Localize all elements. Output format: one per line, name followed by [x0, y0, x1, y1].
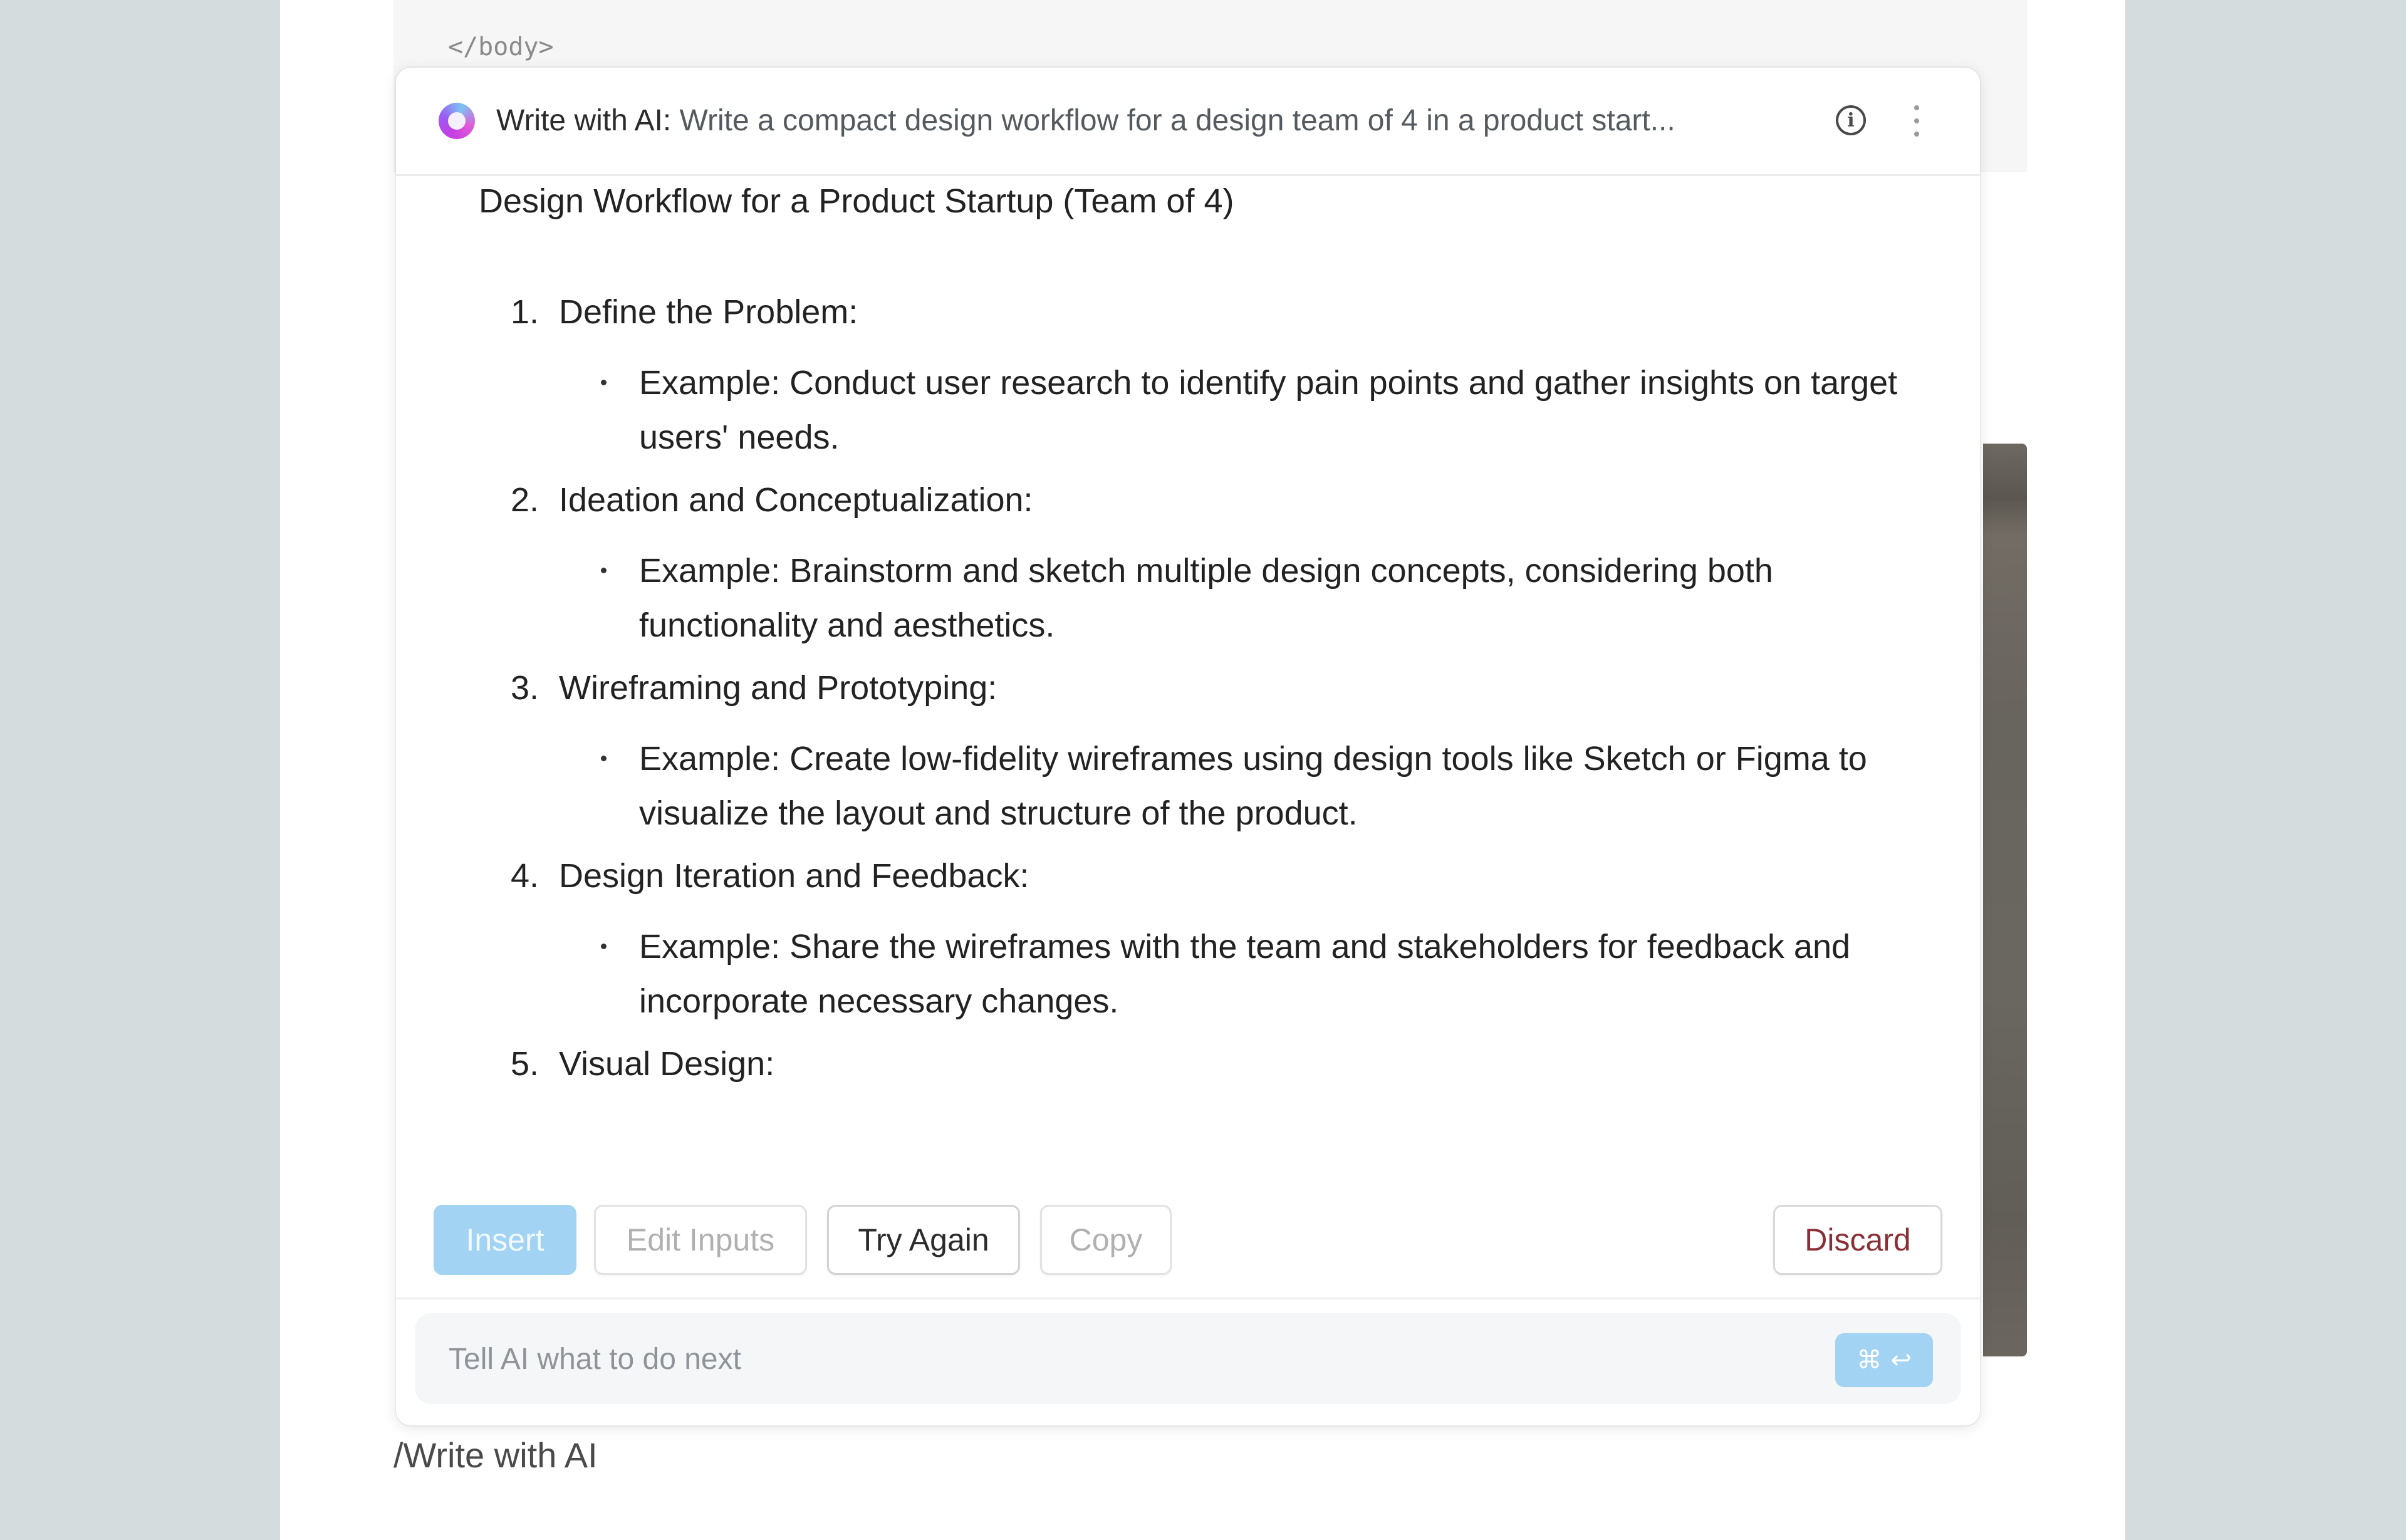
bullet-icon	[601, 944, 607, 949]
step-number: 4.	[510, 857, 539, 895]
step-number: 5.	[510, 1045, 539, 1083]
action-bar: Insert Edit Inputs Try Again Copy Discar…	[434, 1205, 1942, 1280]
command-key-icon: ⌘	[1857, 1346, 1882, 1375]
divider	[396, 1298, 1980, 1299]
popup-title: Write with AI: Write a compact design wo…	[496, 103, 1799, 139]
step-example-text: Example: Create low-fidelity wireframes …	[639, 740, 1867, 832]
bullet-icon	[601, 380, 607, 385]
generated-content: Design Workflow for a Product Startup (T…	[479, 174, 1942, 1239]
step-label: Wireframing and Prototyping:	[559, 669, 997, 707]
embedded-image	[1983, 444, 2027, 1356]
step-example: Example: Share the wireframes with the t…	[479, 920, 1901, 1029]
workflow-steps: 1. Define the Problem: Example: Conduct …	[479, 291, 1901, 1099]
workflow-step: 4. Design Iteration and Feedback: Exampl…	[479, 855, 1901, 1029]
enter-key-icon: ↩	[1890, 1346, 1912, 1375]
follow-up-input[interactable]	[447, 1313, 1640, 1405]
workflow-step: 3. Wireframing and Prototyping: Example:…	[479, 667, 1901, 841]
generated-title: Design Workflow for a Product Startup (T…	[479, 182, 1234, 220]
step-number: 2.	[510, 481, 539, 519]
info-icon[interactable]: i	[1836, 105, 1866, 135]
bullet-icon	[601, 756, 607, 761]
step-label: Visual Design:	[559, 1045, 775, 1083]
ai-logo-icon	[439, 103, 475, 139]
more-dot	[1914, 118, 1919, 123]
popup-header: Write with AI: Write a compact design wo…	[396, 68, 1980, 176]
popup-title-prompt: Write a compact design workflow for a de…	[679, 104, 1675, 137]
slash-command-text: /Write with AI	[393, 1435, 598, 1475]
edit-inputs-button[interactable]: Edit Inputs	[594, 1205, 807, 1275]
workflow-step: 5. Visual Design:	[479, 1043, 1901, 1085]
step-example-text: Example: Conduct user research to identi…	[639, 364, 1898, 456]
step-label: Ideation and Conceptualization:	[559, 481, 1033, 519]
step-example: Example: Conduct user research to identi…	[479, 356, 1901, 465]
workflow-step: 2. Ideation and Conceptualization: Examp…	[479, 479, 1901, 653]
code-line: </body>	[448, 33, 554, 61]
write-with-ai-popup: Write with AI: Write a compact design wo…	[396, 68, 1980, 1425]
bullet-icon	[601, 568, 607, 573]
step-number: 1.	[510, 293, 539, 331]
step-number: 3.	[510, 669, 539, 707]
popup-title-label: Write with AI:	[496, 104, 672, 137]
try-again-button[interactable]: Try Again	[827, 1205, 1020, 1275]
follow-up-input-container: ⌘ ↩	[415, 1313, 1961, 1405]
insert-button[interactable]: Insert	[434, 1205, 576, 1275]
workflow-step: 1. Define the Problem: Example: Conduct …	[479, 291, 1901, 465]
copy-button[interactable]: Copy	[1040, 1205, 1172, 1275]
step-label: Define the Problem:	[559, 293, 858, 331]
more-dot	[1914, 132, 1919, 137]
step-label: Design Iteration and Feedback:	[559, 857, 1029, 895]
discard-button[interactable]: Discard	[1773, 1205, 1942, 1275]
step-example: Example: Create low-fidelity wireframes …	[479, 732, 1901, 841]
step-example-text: Example: Brainstorm and sketch multiple …	[639, 552, 1773, 644]
step-example: Example: Brainstorm and sketch multiple …	[479, 544, 1901, 653]
more-dot	[1914, 105, 1919, 110]
step-example-text: Example: Share the wireframes with the t…	[639, 928, 1851, 1020]
send-button[interactable]: ⌘ ↩	[1835, 1333, 1933, 1387]
more-vertical-icon[interactable]	[1907, 105, 1926, 137]
